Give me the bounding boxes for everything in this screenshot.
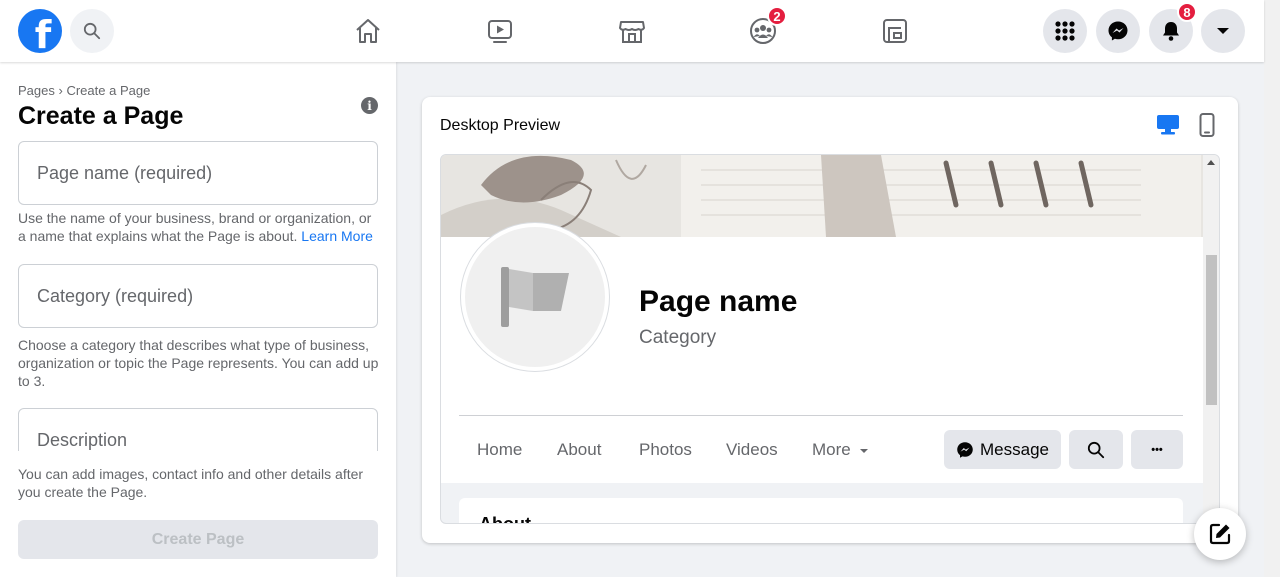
grid-menu-icon <box>1055 21 1075 41</box>
info-icon[interactable]: i <box>361 97 378 114</box>
messenger-icon <box>957 441 973 458</box>
account-menu-button[interactable] <box>1201 9 1245 53</box>
cover-illustration <box>441 155 1201 237</box>
preview-category: Category <box>639 327 717 348</box>
page-name-field[interactable]: Page name (required) <box>18 141 378 205</box>
mobile-phone-icon[interactable] <box>1199 113 1215 137</box>
preview-tab-home[interactable]: Home <box>477 440 522 460</box>
desktop-monitor-icon[interactable] <box>1156 114 1180 136</box>
header-divider <box>459 415 1183 416</box>
messenger-button[interactable] <box>1096 9 1140 53</box>
groups-tab[interactable]: 2 <box>743 6 787 50</box>
watch-tab[interactable] <box>480 12 520 50</box>
message-button-label: Message <box>980 439 1049 459</box>
home-icon <box>356 19 380 43</box>
more-options-button[interactable]: ••• <box>1131 430 1183 469</box>
gaming-icon <box>883 19 907 43</box>
notifications-count-badge: 8 <box>1177 2 1197 22</box>
breadcrumb-current: Create a Page <box>66 83 151 98</box>
menu-button[interactable] <box>1043 9 1087 53</box>
top-navigation-bar: f 2 8 <box>0 0 1264 62</box>
preview-tab-photos[interactable]: Photos <box>639 440 692 460</box>
page-preview-frame: Page name Category Home About Photos Vid… <box>440 154 1220 524</box>
home-tab[interactable] <box>348 12 388 50</box>
video-play-icon <box>488 20 512 43</box>
about-card: About <box>459 498 1183 524</box>
scroll-up-arrow-icon[interactable] <box>1207 160 1215 165</box>
facebook-logo[interactable]: f <box>18 9 62 53</box>
page-name-help-text: Use the name of your business, brand or … <box>18 209 380 245</box>
create-page-panel: Pages › Create a Page Create a Page i Pa… <box>0 62 396 577</box>
preview-tab-videos[interactable]: Videos <box>726 440 778 460</box>
marketplace-store-icon <box>619 21 645 43</box>
page-header: Page name Category Home About Photos Vid… <box>441 223 1203 483</box>
breadcrumb-pages-link[interactable]: Pages <box>18 83 55 98</box>
footer-note: You can add images, contact info and oth… <box>18 466 364 500</box>
search-button[interactable] <box>70 9 114 53</box>
preview-tab-more[interactable]: More <box>812 440 869 460</box>
create-page-button[interactable]: Create Page <box>18 520 378 559</box>
cover-photo <box>441 155 1203 237</box>
messenger-icon <box>1108 21 1128 41</box>
preview-title: Desktop Preview <box>440 117 561 134</box>
learn-more-link[interactable]: Learn More <box>301 228 373 244</box>
message-button[interactable]: Message <box>944 430 1061 469</box>
search-icon <box>1087 441 1105 458</box>
page-title: Create a Page <box>18 102 184 130</box>
about-heading: About <box>479 514 531 524</box>
caret-down-icon <box>1217 28 1229 34</box>
preview-scrollbar[interactable] <box>1203 155 1219 523</box>
flag-icon <box>501 267 569 327</box>
notifications-button[interactable]: 8 <box>1149 2 1197 53</box>
groups-notification-badge: 2 <box>767 6 787 26</box>
preview-tab-about[interactable]: About <box>557 440 601 460</box>
desktop-preview-card: Desktop Preview Page name Category Home … <box>422 97 1238 543</box>
preview-page-name: Page name <box>639 285 798 318</box>
preview-search-button[interactable] <box>1069 430 1123 469</box>
preview-tab-more-label: More <box>812 440 851 459</box>
breadcrumb-separator: › <box>58 83 63 98</box>
marketplace-tab[interactable] <box>612 12 652 50</box>
breadcrumb: Pages › Create a Page <box>18 83 150 98</box>
new-message-button[interactable] <box>1194 508 1246 560</box>
compose-edit-icon <box>1209 523 1231 545</box>
profile-picture <box>461 223 609 371</box>
page-scrollbar[interactable] <box>1264 0 1280 577</box>
category-field[interactable]: Category (required) <box>18 264 378 328</box>
category-help-text: Choose a category that describes what ty… <box>18 337 379 389</box>
caret-down-icon <box>860 449 869 453</box>
bell-icon <box>1163 22 1179 41</box>
search-icon <box>83 22 101 40</box>
gaming-tab[interactable] <box>875 12 915 50</box>
preview-scroll-thumb[interactable] <box>1206 255 1217 405</box>
